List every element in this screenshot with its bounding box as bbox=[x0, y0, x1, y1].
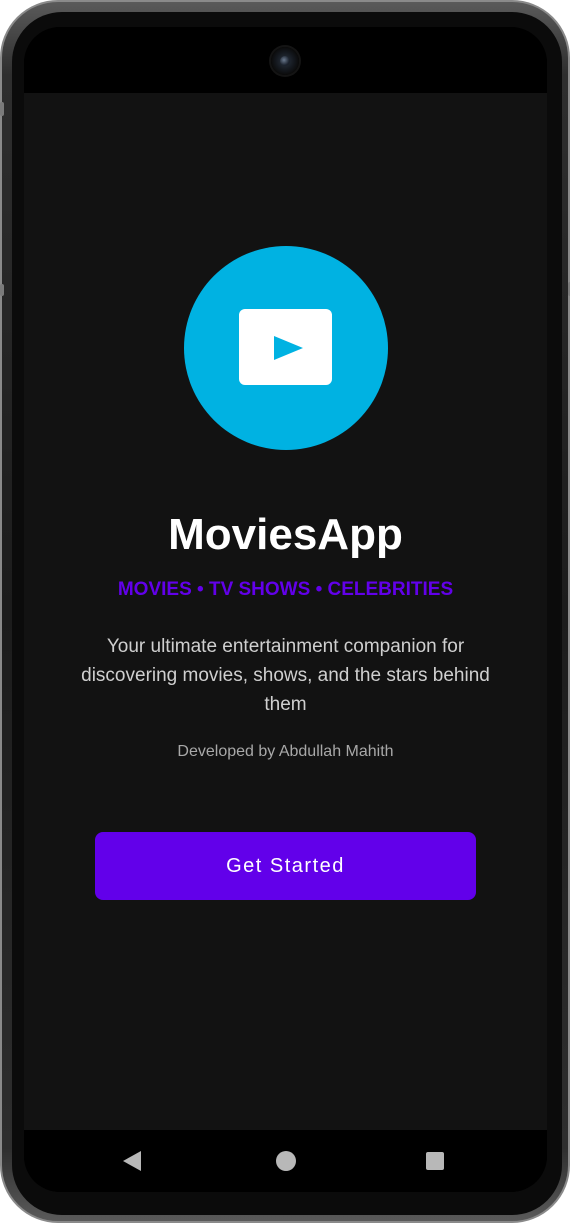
device-screen: MoviesApp MOVIES • TV SHOWS • CELEBRITIE… bbox=[24, 27, 547, 1192]
home-icon[interactable] bbox=[276, 1151, 296, 1171]
status-bar bbox=[24, 27, 547, 93]
splash-screen: MoviesApp MOVIES • TV SHOWS • CELEBRITIE… bbox=[24, 93, 547, 1130]
play-triangle-icon bbox=[274, 336, 303, 360]
camera-lens bbox=[280, 56, 290, 66]
app-logo bbox=[184, 246, 388, 450]
app-title: MoviesApp bbox=[168, 510, 403, 559]
play-icon bbox=[239, 309, 332, 385]
app-description: Your ultimate entertainment companion fo… bbox=[81, 636, 490, 715]
app-tagline: MOVIES • TV SHOWS • CELEBRITIES bbox=[117, 579, 454, 600]
developer-credit: Developed by Abdullah Mahith bbox=[177, 743, 394, 760]
navigation-bar bbox=[24, 1130, 547, 1192]
recents-icon[interactable] bbox=[426, 1152, 444, 1170]
get-started-button[interactable]: Get Started bbox=[95, 832, 476, 900]
volume-button bbox=[0, 102, 4, 116]
power-button bbox=[0, 284, 4, 296]
front-camera bbox=[271, 47, 299, 75]
back-icon[interactable] bbox=[123, 1151, 141, 1171]
